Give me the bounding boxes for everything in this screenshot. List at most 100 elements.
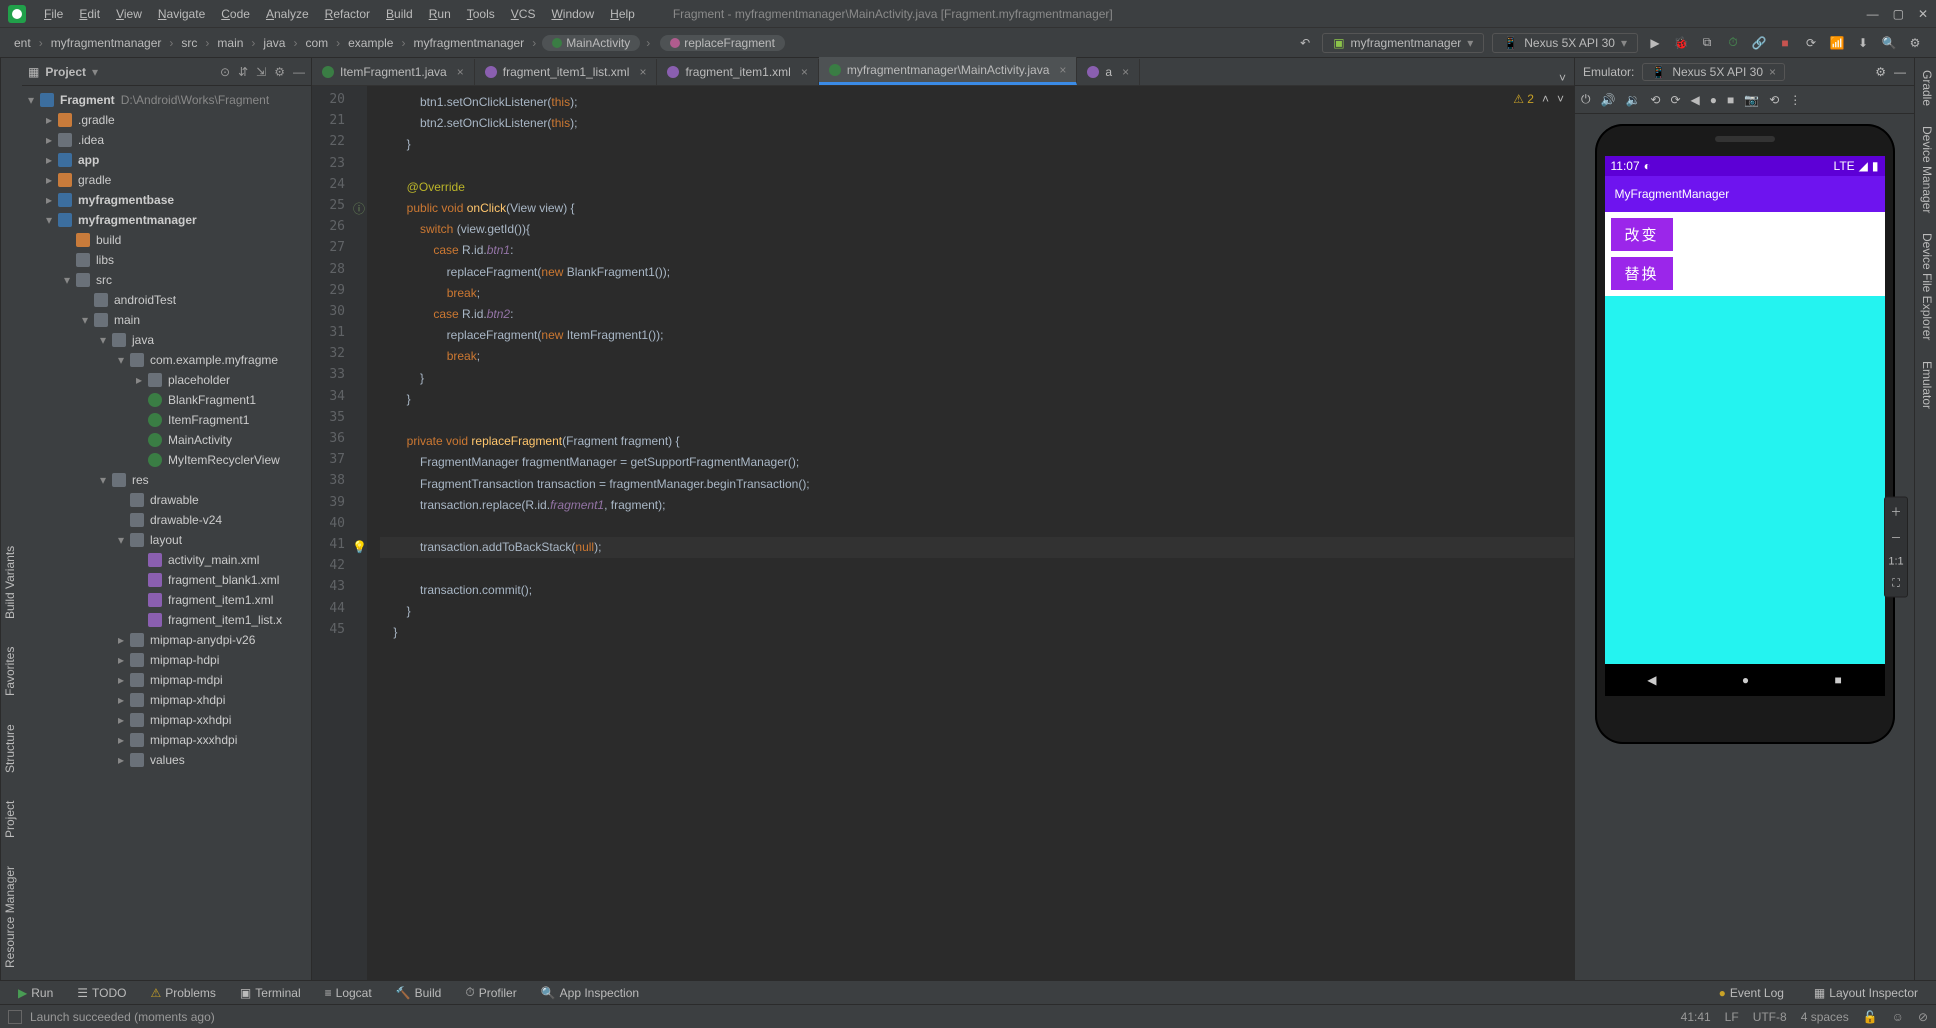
tool-settings-icon[interactable]: ⚙	[274, 65, 285, 79]
attach-debugger-icon[interactable]: 🔗	[1748, 32, 1770, 54]
maximize-icon[interactable]: ▢	[1893, 7, 1904, 21]
tool-window-toggle-icon[interactable]	[8, 1010, 22, 1024]
code-content[interactable]: btn1.setOnClickListener(this); btn2.setO…	[368, 86, 1574, 980]
run-button-icon[interactable]: ▶	[1644, 32, 1666, 54]
tool-app-inspection[interactable]: 🔍App Inspection	[531, 986, 649, 1000]
emu-volume-up-icon[interactable]: 🔊	[1601, 93, 1616, 107]
tree-node-placeholder[interactable]: ▸placeholder	[22, 370, 311, 390]
menu-analyze[interactable]: Analyze	[258, 7, 317, 21]
breadcrumb-segment[interactable]: myfragmentmanager	[45, 36, 168, 50]
settings-icon[interactable]: ⚙	[1904, 32, 1926, 54]
project-view-icon[interactable]: ▦	[28, 65, 39, 79]
tool-layout-inspector[interactable]: ▦Layout Inspector	[1804, 986, 1928, 1000]
tab-close-icon[interactable]: ×	[457, 65, 464, 79]
file-encoding[interactable]: UTF-8	[1753, 1010, 1787, 1024]
strip-structure[interactable]: Structure	[3, 720, 20, 777]
breadcrumb-segment[interactable]: src	[175, 36, 203, 50]
close-window-icon[interactable]: ✕	[1918, 7, 1928, 21]
breadcrumb-segment[interactable]: myfragmentmanager	[407, 36, 530, 50]
menu-window[interactable]: Window	[543, 7, 602, 21]
menu-code[interactable]: Code	[213, 7, 258, 21]
zoom-fit-icon[interactable]: ⛶	[1892, 578, 1900, 591]
breadcrumb-method-pill[interactable]: replaceFragment	[660, 35, 785, 51]
hide-tool-icon[interactable]: —	[293, 65, 305, 79]
emu-back-icon[interactable]: ◀	[1691, 93, 1700, 107]
caret-position[interactable]: 41:41	[1681, 1010, 1711, 1024]
run-configuration-selector[interactable]: ▣ myfragmentmanager ▾	[1322, 33, 1484, 53]
stop-button-icon[interactable]: ■	[1774, 32, 1796, 54]
emu-screenshot-icon[interactable]: 📷	[1744, 93, 1759, 107]
tab-close-icon[interactable]: ×	[1059, 63, 1066, 77]
menu-vcs[interactable]: VCS	[503, 7, 544, 21]
nav-back-icon[interactable]: ◀	[1647, 673, 1656, 687]
strip-emulator[interactable]: Emulator	[1917, 357, 1934, 413]
tree-node-myfragmentmanager[interactable]: ▾myfragmentmanager	[22, 210, 311, 230]
emu-home-icon[interactable]: ●	[1710, 93, 1717, 107]
menu-navigate[interactable]: Navigate	[150, 7, 213, 21]
strip-project[interactable]: Project	[3, 797, 20, 842]
editor-tab[interactable]: myfragmentmanager\MainActivity.java×	[819, 57, 1078, 85]
strip-gradle[interactable]: Gradle	[1917, 66, 1934, 110]
tree-node-mainactivity[interactable]: MainActivity	[22, 430, 311, 450]
zoom-out-icon[interactable]: －	[1891, 530, 1902, 546]
fragment-container[interactable]	[1605, 296, 1885, 664]
tree-node--idea[interactable]: ▸.idea	[22, 130, 311, 150]
warnings-badge[interactable]: ⚠ 2	[1513, 92, 1534, 106]
strip-build-variants[interactable]: Build Variants	[3, 541, 20, 622]
breadcrumb-class-pill[interactable]: MainActivity	[542, 35, 640, 51]
search-everywhere-icon[interactable]: 🔍	[1878, 32, 1900, 54]
tree-node-main[interactable]: ▾main	[22, 310, 311, 330]
emu-power-icon[interactable]: ⏻	[1581, 92, 1591, 107]
menu-view[interactable]: View	[108, 7, 150, 21]
emu-more-icon[interactable]: ⋮	[1789, 93, 1801, 107]
sync-gradle-icon[interactable]: ⟳	[1800, 32, 1822, 54]
profile-icon[interactable]: ⏱	[1722, 32, 1744, 54]
coverage-icon[interactable]: ⧉	[1696, 32, 1718, 54]
tool-todo[interactable]: ☰TODO	[67, 986, 136, 1000]
tree-root[interactable]: ▾ Fragment D:\Android\Works\Fragment	[22, 90, 311, 110]
menu-refactor[interactable]: Refactor	[317, 7, 378, 21]
tree-node--gradle[interactable]: ▸.gradle	[22, 110, 311, 130]
editor-gutter[interactable]: 202122232425ⓘ262728293031323334353637383…	[312, 86, 368, 980]
tree-node-mipmap-xxxhdpi[interactable]: ▸mipmap-xxxhdpi	[22, 730, 311, 750]
sdk-manager-icon[interactable]: ⬇	[1852, 32, 1874, 54]
expand-all-icon[interactable]: ⇵	[238, 65, 248, 79]
breadcrumb-segment[interactable]: example	[342, 36, 399, 50]
editor-body[interactable]: 202122232425ⓘ262728293031323334353637383…	[312, 86, 1574, 980]
prev-highlight-icon[interactable]: ˄	[1542, 92, 1549, 106]
emulator-screen[interactable]: 11:07 ◐ LTE ◢ ▮ MyFragmentManager 改变 替换	[1605, 156, 1885, 696]
tree-node-mipmap-xxhdpi[interactable]: ▸mipmap-xxhdpi	[22, 710, 311, 730]
tree-node-myfragmentbase[interactable]: ▸myfragmentbase	[22, 190, 311, 210]
tree-node-libs[interactable]: libs	[22, 250, 311, 270]
zoom-in-icon[interactable]: ＋	[1891, 504, 1902, 520]
emu-hide-icon[interactable]: —	[1894, 65, 1906, 79]
app-button-change[interactable]: 改变	[1611, 218, 1673, 251]
avd-manager-icon[interactable]: 📶	[1826, 32, 1848, 54]
tab-close-icon[interactable]: ×	[801, 65, 808, 79]
tool-run[interactable]: ▶Run	[8, 986, 63, 1000]
select-opened-file-icon[interactable]: ⊙	[220, 65, 230, 79]
debug-button-icon[interactable]: 🐞	[1670, 32, 1692, 54]
emu-overview-icon[interactable]: ■	[1727, 93, 1734, 107]
tree-node-activity-main-xml[interactable]: activity_main.xml	[22, 550, 311, 570]
editor-tab[interactable]: fragment_item1.xml×	[657, 59, 818, 85]
zoom-level[interactable]: 1:1	[1888, 556, 1903, 568]
indent-setting[interactable]: 4 spaces	[1801, 1010, 1849, 1024]
breadcrumb-segment[interactable]: ent	[8, 36, 37, 50]
strip-favorites[interactable]: Favorites	[3, 643, 20, 700]
tree-node-androidtest[interactable]: androidTest	[22, 290, 311, 310]
menu-build[interactable]: Build	[378, 7, 421, 21]
tabs-dropdown-icon[interactable]: ˅	[1551, 71, 1574, 85]
tool-build[interactable]: 🔨Build	[386, 986, 452, 1000]
tree-node-blankfragment1[interactable]: BlankFragment1	[22, 390, 311, 410]
tree-node-java[interactable]: ▾java	[22, 330, 311, 350]
breadcrumb-segment[interactable]: com	[299, 36, 334, 50]
tool-logcat[interactable]: ≡Logcat	[315, 986, 382, 1000]
minimize-icon[interactable]: —	[1867, 7, 1879, 21]
tree-node-drawable-v24[interactable]: drawable-v24	[22, 510, 311, 530]
tree-node-res[interactable]: ▾res	[22, 470, 311, 490]
editor-tab[interactable]: fragment_item1_list.xml×	[475, 59, 658, 85]
ide-errors-icon[interactable]: ⊘	[1918, 1010, 1928, 1024]
app-button-replace[interactable]: 替换	[1611, 257, 1673, 290]
tool-problems[interactable]: ⚠Problems	[140, 986, 225, 1000]
